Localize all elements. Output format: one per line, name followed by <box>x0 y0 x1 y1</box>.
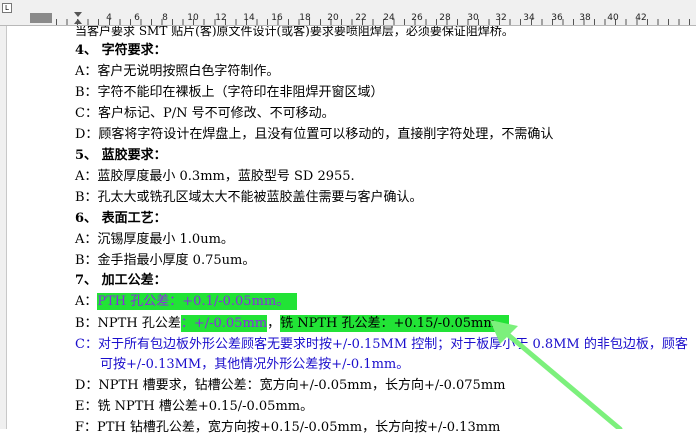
paragraph-line: A：蓝胶厚度最小 0.3mm，蓝胶型号 SD 2955. <box>75 169 355 184</box>
paragraph-line: 可按+/-0.13MM，其他情况外形公差按+/-0.1mm。 <box>100 357 410 372</box>
paragraph-line: A：沉锡厚度最小 1.0um。 <box>75 232 234 247</box>
paragraph-line: D：顾客将字符设计在焊盘上，且没有位置可以移动的，直接削字符处理，不需确认 <box>75 127 554 142</box>
section-heading: 6、 表面工艺： <box>75 211 167 226</box>
highlighted-text: PTH 孔公差：+0.1/-0.05mm。 <box>97 293 298 310</box>
section-heading: 5、 蓝胶要求： <box>75 148 167 163</box>
separator-text: ， <box>267 316 281 331</box>
paragraph-line: B：字符不能印在裸板上（字符印在非阻焊开窗区域） <box>75 85 384 100</box>
paragraph-line: C：客户标记、P/N 号不可修改、不可移动。 <box>75 106 335 121</box>
paragraph-line: D：NPTH 槽要求，钻槽公差：宽方向+/-0.05mm，长方向+/-0.075… <box>75 378 506 393</box>
paragraph-line: F：PTH 钻槽孔公差，宽方向按+0.15/-0.05mm，长方向按+/-0.1… <box>75 420 501 435</box>
paragraph-line: 当客户要求 SMT 贴片(客)原文件设计(或客)要求要喷阻焊层，必须要保证阻焊桥… <box>75 24 514 38</box>
paragraph-line: B：孔太大或铣孔区域太大不能被蓝胶盖住需要与客户确认。 <box>75 190 423 205</box>
paragraph-line: A：PTH 孔公差：+0.1/-0.05mm。 <box>75 291 298 313</box>
item-prefix: A： <box>75 294 98 309</box>
paragraph-line: B：金手指最小厚度 0.75um。 <box>75 253 256 268</box>
section-heading: 4、 字符要求： <box>75 43 167 58</box>
section-heading: 7、 加工公差： <box>75 273 167 288</box>
paragraph-line: E：铣 NPTH 槽公差+0.15/-0.05mm。 <box>75 399 314 414</box>
paragraph-line: A：客户无说明按照白色字符制作。 <box>75 64 280 79</box>
highlighted-text: ：+/-0.05mm <box>180 315 268 332</box>
paragraph-line: B：NPTH 孔公差：+/-0.05mm，铣 NPTH 孔公差：+0.15/-0… <box>75 313 509 335</box>
annotation-arrow-icon <box>490 320 623 429</box>
item-prefix: B：NPTH 孔公差 <box>75 316 181 331</box>
